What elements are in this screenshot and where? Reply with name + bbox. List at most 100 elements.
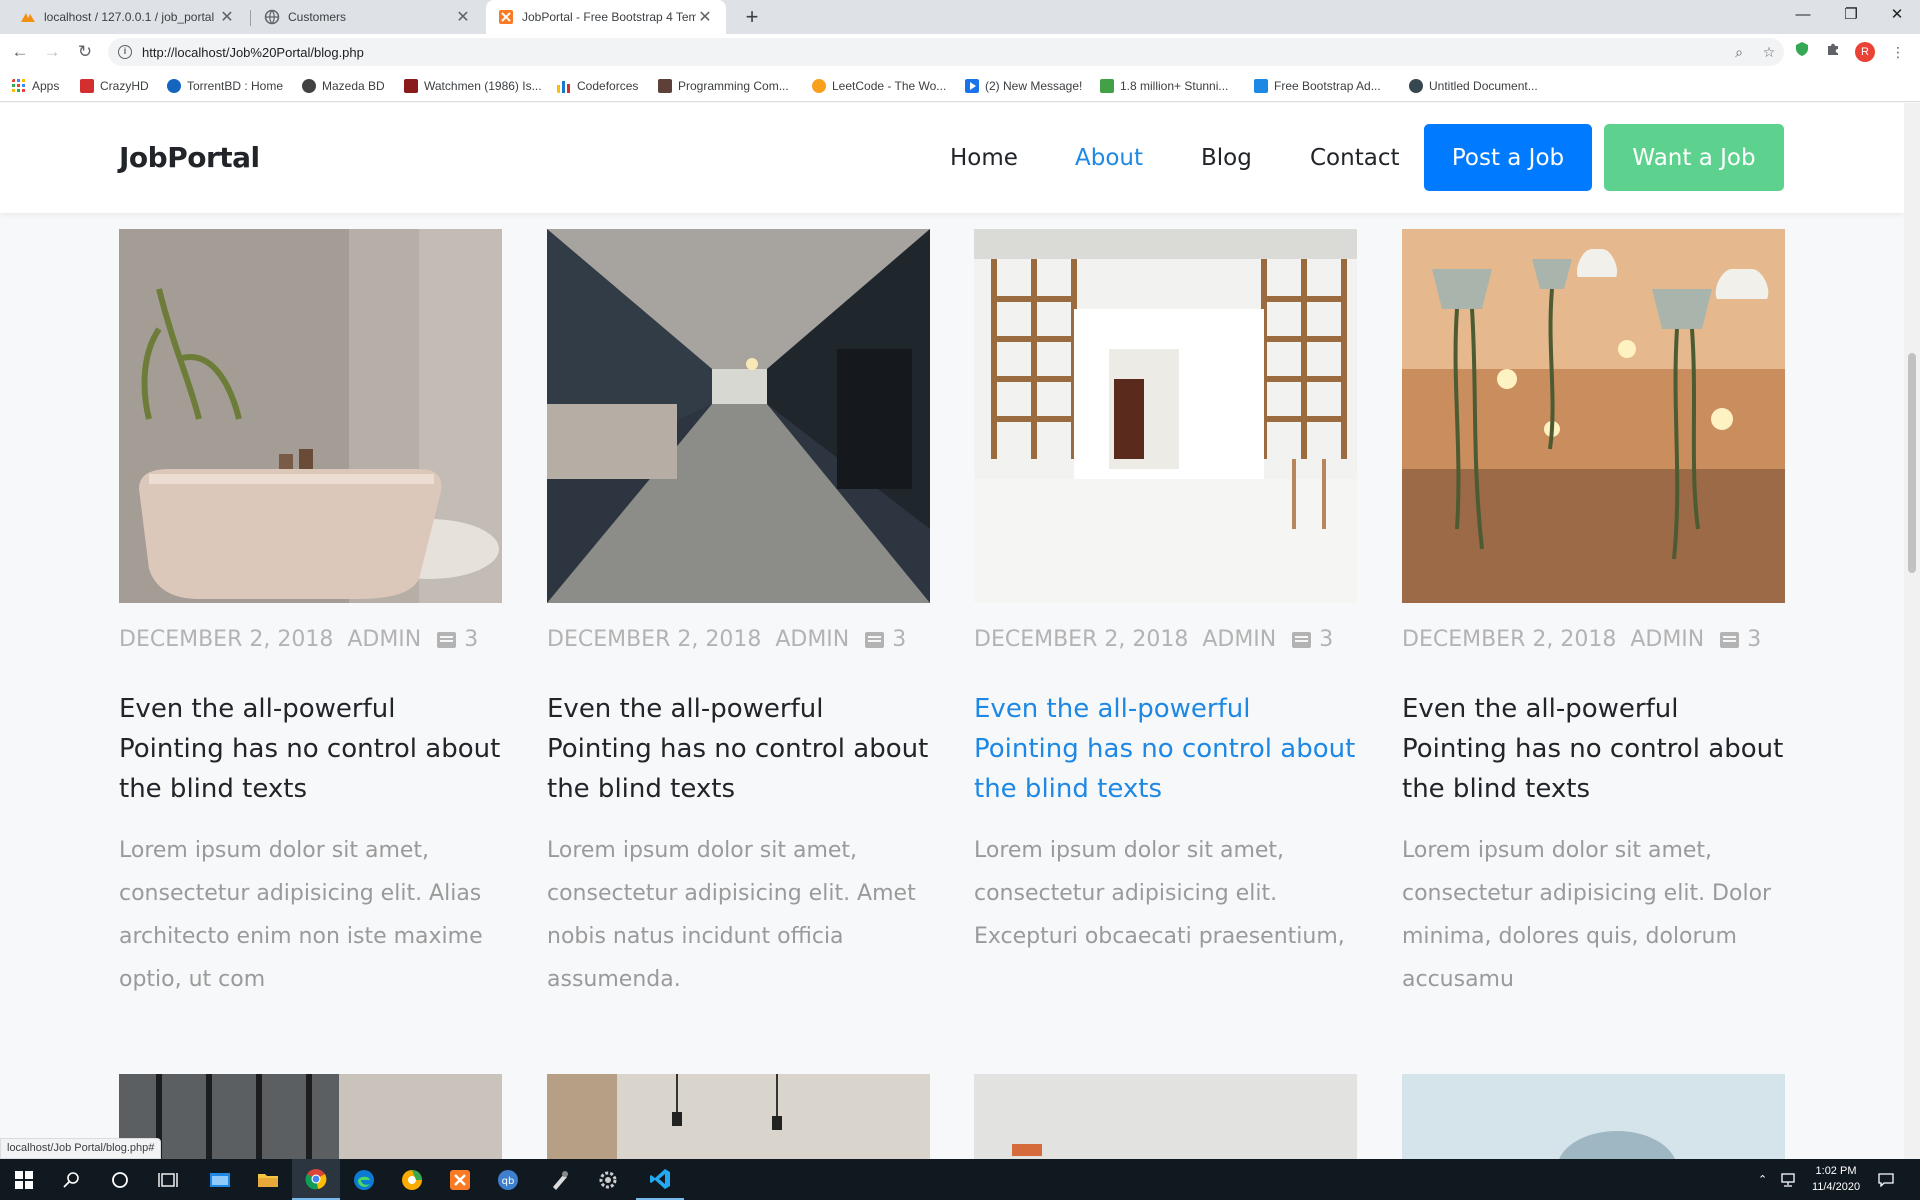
bookmark-untitled[interactable]: Untitled Document...	[1409, 77, 1538, 95]
inkscape-taskbar-icon[interactable]	[536, 1159, 584, 1200]
bookmark-leetcode[interactable]: LeetCode - The Wo...	[812, 77, 946, 95]
address-url[interactable]: http://localhost/Job%20Portal/blog.php	[142, 45, 1724, 60]
browser-menu-icon[interactable]: ⋮	[1887, 41, 1909, 63]
reload-icon[interactable]: ↻	[73, 40, 97, 64]
profile-avatar[interactable]: R	[1855, 42, 1875, 62]
forward-icon[interactable]: →	[40, 40, 64, 64]
search-icon[interactable]	[48, 1159, 96, 1200]
browser-tab-customers[interactable]: Customers ✕	[252, 0, 484, 34]
scrollbar-thumb[interactable]	[1908, 353, 1916, 573]
close-tab-icon[interactable]: ✕	[696, 7, 714, 27]
bookmark-stunning[interactable]: 1.8 million+ Stunni...	[1100, 77, 1228, 95]
bookmark-programming[interactable]: Programming Com...	[658, 77, 789, 95]
close-tab-icon[interactable]: ✕	[218, 7, 236, 27]
nav-contact[interactable]: Contact	[1310, 145, 1399, 171]
bookmark-codeforces[interactable]: Codeforces	[557, 77, 638, 95]
chrome-taskbar-icon[interactable]	[292, 1159, 340, 1200]
post-title[interactable]: Even the all-powerful Pointing has no co…	[1402, 689, 1785, 809]
shelves-room-photo	[974, 229, 1357, 603]
bookmark-watchmen[interactable]: Watchmen (1986) Is...	[404, 77, 542, 95]
bookmark-label: TorrentBD : Home	[187, 79, 284, 93]
post-date[interactable]: DECEMBER 2, 2018	[119, 627, 333, 652]
post-author[interactable]: ADMIN	[347, 627, 421, 652]
xampp-taskbar-icon[interactable]	[436, 1159, 484, 1200]
page-scrollbar[interactable]	[1904, 103, 1920, 1159]
windows-start-icon[interactable]	[0, 1159, 48, 1200]
blog-image-hanging-plants[interactable]	[1402, 229, 1785, 603]
post-title-hovered[interactable]: Even the all-powerful Pointing has no co…	[974, 689, 1357, 809]
comment-count[interactable]: 3	[1319, 627, 1333, 652]
blog-image-shelves-room[interactable]	[974, 229, 1357, 603]
comment-count[interactable]: 3	[892, 627, 906, 652]
notifications-icon[interactable]	[1878, 1159, 1894, 1200]
taskbar-clock[interactable]: 1:02 PM 11/4/2020	[1806, 1163, 1866, 1195]
post-date[interactable]: DECEMBER 2, 2018	[1402, 627, 1616, 652]
post-date[interactable]: DECEMBER 2, 2018	[974, 627, 1188, 652]
new-tab-button[interactable]: +	[738, 4, 766, 30]
restore-window-icon[interactable]: ❐	[1828, 0, 1874, 30]
chrome-icon	[305, 1168, 327, 1189]
bookmark-crazyhd[interactable]: CrazyHD	[80, 77, 149, 95]
bookmark-label: CrazyHD	[100, 79, 149, 93]
bookmark-star-icon[interactable]: ☆	[1754, 44, 1784, 61]
minimize-window-icon[interactable]: —	[1780, 0, 1826, 30]
clock-time: 1:02 PM	[1815, 1165, 1857, 1177]
back-icon[interactable]: ←	[8, 40, 32, 64]
codeforces-icon	[557, 81, 570, 93]
post-author[interactable]: ADMIN	[1202, 627, 1276, 652]
windows-taskbar: qb ⌃ 1:02 PM 11/4/2020	[0, 1159, 1920, 1200]
blog-image-blue-hat[interactable]	[1402, 1074, 1785, 1159]
post-title[interactable]: Even the all-powerful Pointing has no co…	[547, 689, 930, 809]
close-tab-icon[interactable]: ✕	[454, 7, 472, 27]
mazeda-icon	[302, 79, 316, 93]
task-view-icon[interactable]	[144, 1159, 192, 1200]
ie-app-icon[interactable]	[196, 1159, 244, 1200]
browser-tab-jobportal[interactable]: JobPortal - Free Bootstrap 4 Tem ✕	[486, 0, 726, 34]
hanging-plants-photo	[1402, 229, 1785, 603]
site-brand-logo[interactable]: JobPortal	[119, 141, 260, 174]
blog-image-office-glass[interactable]	[119, 1074, 502, 1159]
want-a-job-button[interactable]: Want a Job	[1604, 124, 1784, 191]
bookmark-torrentbd[interactable]: TorrentBD : Home	[167, 77, 283, 95]
blog-image-corridor[interactable]	[547, 229, 930, 603]
nav-about[interactable]: About	[1075, 145, 1143, 171]
address-bar[interactable]: i http://localhost/Job%20Portal/blog.php…	[108, 38, 1784, 66]
tab-title: localhost / 127.0.0.1 / job_portal	[44, 10, 215, 24]
file-explorer-icon[interactable]	[244, 1159, 292, 1200]
bookmark-bootstrap-admin[interactable]: Free Bootstrap Ad...	[1254, 77, 1381, 95]
extensions-puzzle-icon[interactable]	[1822, 41, 1844, 63]
qbittorrent-taskbar-icon[interactable]: qb	[484, 1159, 532, 1200]
show-hidden-icons-icon[interactable]: ⌃	[1758, 1159, 1767, 1200]
vscode-taskbar-icon[interactable]	[636, 1159, 684, 1200]
comment-count[interactable]: 3	[1747, 627, 1761, 652]
browser-tab-phpmyadmin[interactable]: localhost / 127.0.0.1 / job_portal ✕	[8, 0, 248, 34]
zoom-icon[interactable]: ⌕	[1724, 44, 1754, 61]
edge-taskbar-icon[interactable]	[340, 1159, 388, 1200]
site-info-icon[interactable]: i	[118, 45, 132, 59]
nav-blog[interactable]: Blog	[1201, 145, 1252, 171]
network-icon[interactable]	[1780, 1159, 1796, 1200]
close-window-icon[interactable]: ✕	[1874, 0, 1920, 30]
chrome-canary-taskbar-icon[interactable]	[388, 1159, 436, 1200]
post-title[interactable]: Even the all-powerful Pointing has no co…	[119, 689, 502, 809]
nav-home[interactable]: Home	[950, 145, 1018, 171]
comment-count[interactable]: 3	[464, 627, 478, 652]
blog-image-bathtub[interactable]	[119, 229, 502, 603]
cortana-icon[interactable]	[96, 1159, 144, 1200]
blog-image-white-wall[interactable]	[974, 1074, 1357, 1159]
bookmark-mazeda[interactable]: Mazeda BD	[302, 77, 385, 95]
bookmark-messages[interactable]: (2) New Message!	[965, 77, 1082, 95]
post-author[interactable]: ADMIN	[775, 627, 849, 652]
qbittorrent-icon: qb	[498, 1169, 518, 1190]
post-excerpt: Lorem ipsum dolor sit amet, consectetur …	[974, 838, 1345, 949]
extension-icon[interactable]	[1791, 41, 1813, 63]
post-date[interactable]: DECEMBER 2, 2018	[547, 627, 761, 652]
blog-image-pendant-lights[interactable]	[547, 1074, 930, 1159]
post-a-job-button[interactable]: Post a Job	[1424, 124, 1592, 191]
document-icon	[1409, 79, 1423, 93]
bookmark-apps[interactable]: Apps	[12, 77, 59, 95]
post-author[interactable]: ADMIN	[1630, 627, 1704, 652]
bookmark-label: (2) New Message!	[985, 79, 1083, 93]
post-meta: DECEMBER 2, 2018 ADMIN 3	[974, 627, 1333, 652]
settings-taskbar-icon[interactable]	[584, 1159, 632, 1200]
